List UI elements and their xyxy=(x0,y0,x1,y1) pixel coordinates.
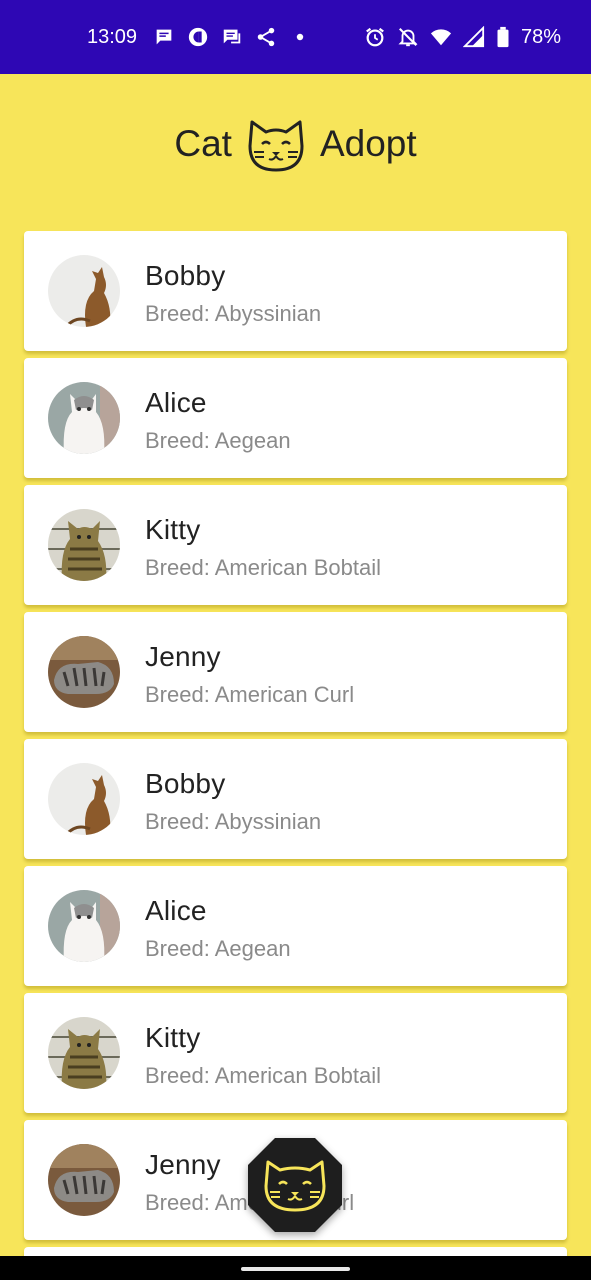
fab-button[interactable] xyxy=(246,1136,344,1234)
cat-card[interactable]: Alice Breed: Aegean xyxy=(24,358,567,478)
cat-name: Bobby xyxy=(145,768,226,799)
battery-percentage: 78% xyxy=(520,25,561,48)
status-bar: 13:09 78% xyxy=(0,0,591,74)
cat-breed: Breed: Abyssinian xyxy=(145,809,322,834)
system-nav-bar xyxy=(0,1256,591,1280)
share-icon xyxy=(255,26,277,48)
cat-name: Kitty xyxy=(145,514,201,545)
battery-icon xyxy=(496,26,510,48)
cat-breed: Breed: Abyssinian xyxy=(145,301,322,326)
cat-breed: Breed: American Bobtail xyxy=(145,555,382,580)
header-title-right: Adopt xyxy=(319,123,417,164)
chat-bubble-icon xyxy=(153,26,175,48)
cat-card[interactable]: Bobby Breed: Abyssinian xyxy=(24,739,567,859)
cat-name: Jenny xyxy=(145,641,221,672)
cat-name: Jenny xyxy=(145,1149,221,1180)
message-icon xyxy=(221,26,243,48)
status-right-group: 78% xyxy=(364,0,561,74)
cat-avatar xyxy=(48,1017,120,1089)
cat-card[interactable]: Kitty Breed: American Bobtail xyxy=(24,993,567,1113)
cat-card[interactable]: Alice Breed: Aegean xyxy=(24,866,567,986)
status-time: 13:09 xyxy=(87,25,138,48)
cat-avatar xyxy=(48,1144,120,1216)
cat-avatar xyxy=(48,382,120,454)
cat-name: Alice xyxy=(145,895,207,926)
cat-avatar xyxy=(48,763,120,835)
cat-name: Alice xyxy=(145,387,207,418)
cat-name: Bobby xyxy=(145,260,226,291)
cat-avatar xyxy=(48,509,120,581)
c-circle-icon xyxy=(187,26,209,48)
bell-off-icon xyxy=(397,26,419,48)
cat-breed: Breed: Aegean xyxy=(145,936,291,961)
dot-icon xyxy=(289,26,311,48)
cat-breed: Breed: Aegean xyxy=(145,428,291,453)
app-header: Cat Adopt xyxy=(0,74,591,214)
cat-breed: Breed: American Curl xyxy=(145,682,355,707)
home-gesture-handle[interactable] xyxy=(241,1267,350,1271)
status-left-group: 13:09 xyxy=(87,0,311,74)
alarm-icon xyxy=(364,26,386,48)
cat-card[interactable]: Jenny Breed: American Curl xyxy=(24,612,567,732)
signal-icon xyxy=(462,26,485,48)
cat-face-icon xyxy=(244,112,308,176)
cat-card[interactable]: Kitty Breed: American Bobtail xyxy=(24,485,567,605)
cat-name: Kitty xyxy=(145,1022,201,1053)
cat-avatar xyxy=(48,890,120,962)
cat-breed: Breed: American Bobtail xyxy=(145,1063,382,1088)
cat-card[interactable]: Bobby Breed: Abyssinian xyxy=(24,231,567,351)
header-title-left: Cat xyxy=(174,123,232,164)
cat-avatar xyxy=(48,636,120,708)
cat-avatar xyxy=(48,255,120,327)
wifi-icon xyxy=(430,26,452,48)
